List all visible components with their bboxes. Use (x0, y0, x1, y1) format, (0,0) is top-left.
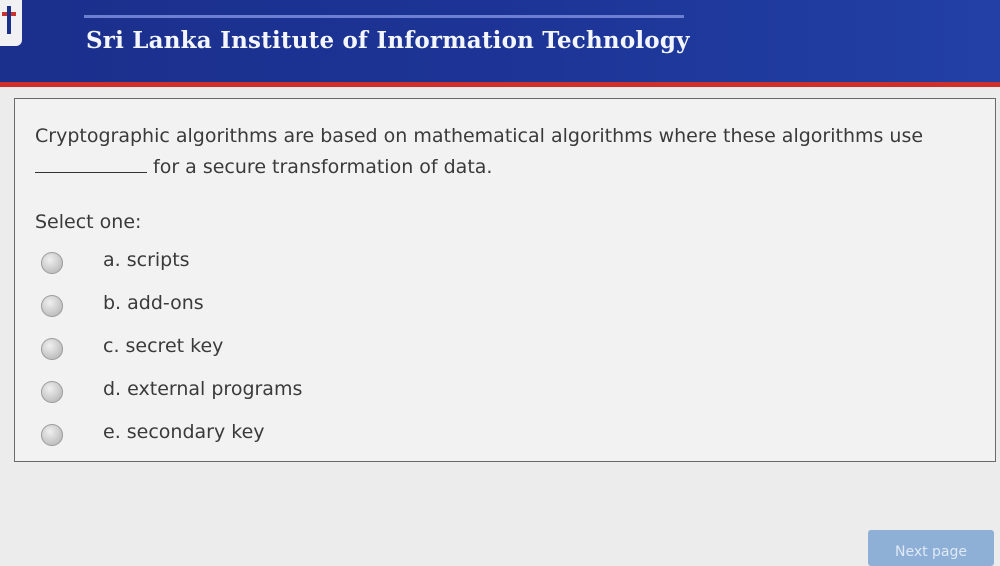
option-label[interactable]: c. secret key (103, 335, 223, 357)
answer-blank (35, 171, 147, 173)
radio-button-icon[interactable] (41, 295, 63, 317)
header-divider (84, 15, 684, 18)
next-page-button[interactable]: Next page (868, 530, 994, 566)
institute-logo (0, 0, 22, 46)
question-card: Cryptographic algorithms are based on ma… (14, 98, 996, 462)
site-header: Sri Lanka Institute of Information Techn… (0, 0, 1000, 87)
option-label[interactable]: b. add-ons (103, 292, 204, 314)
option-label[interactable]: a. scripts (103, 249, 190, 271)
option-label[interactable]: e. secondary key (103, 421, 265, 443)
option-b[interactable]: b. add-ons (41, 290, 541, 320)
option-a[interactable]: a. scripts (41, 247, 541, 277)
option-d[interactable]: d. external programs (41, 376, 541, 406)
question-text-tail: for a secure transformation of data. (153, 156, 493, 178)
select-one-label: Select one: (35, 211, 142, 233)
radio-button-icon[interactable] (41, 252, 63, 274)
question-text: Cryptographic algorithms are based on ma… (35, 121, 975, 183)
radio-button-icon[interactable] (41, 338, 63, 360)
option-c[interactable]: c. secret key (41, 333, 541, 363)
radio-button-icon[interactable] (41, 424, 63, 446)
question-text-lead: Cryptographic algorithms are based on ma… (35, 125, 924, 147)
option-e[interactable]: e. secondary key (41, 419, 541, 449)
radio-button-icon[interactable] (41, 381, 63, 403)
institute-name: Sri Lanka Institute of Information Techn… (86, 27, 690, 54)
option-label[interactable]: d. external programs (103, 378, 302, 400)
